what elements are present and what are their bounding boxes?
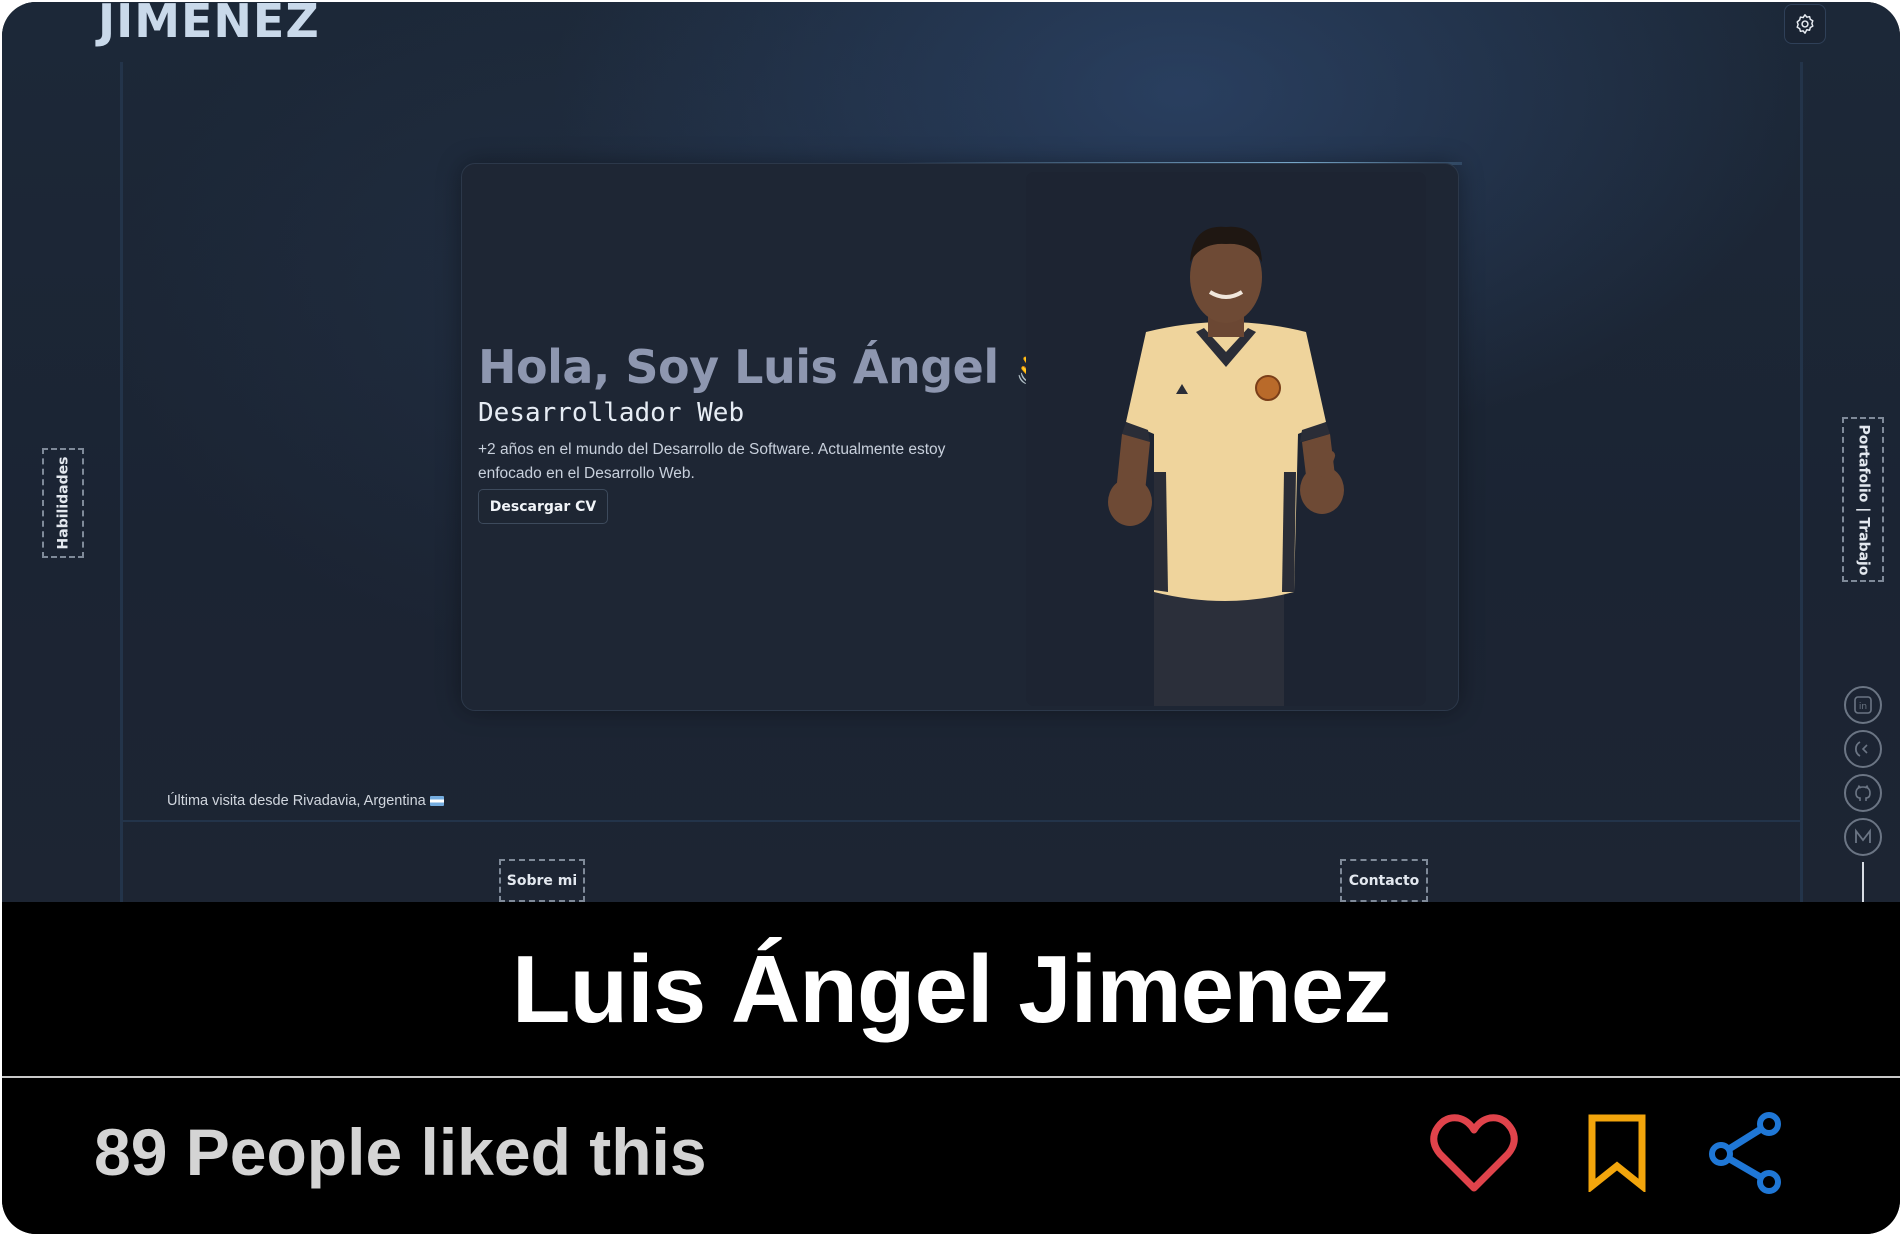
frame-line-bottom xyxy=(120,820,1802,822)
heart-icon xyxy=(1430,1114,1518,1192)
bookmark-button[interactable] xyxy=(1582,1108,1652,1198)
profile-photo xyxy=(1026,172,1426,706)
tab-sobre-mi-label: Sobre mi xyxy=(506,872,578,889)
medium-link[interactable] xyxy=(1844,818,1882,856)
linkedin-link[interactable]: in xyxy=(1844,686,1882,724)
dev-link[interactable] xyxy=(1844,730,1882,768)
tab-contacto-label: Contacto xyxy=(1348,872,1420,889)
last-visit-text: Última visita desde Rivadavia, Argentina xyxy=(167,793,426,809)
project-title: Luis Ángel Jimenez xyxy=(511,935,1391,1043)
settings-button[interactable] xyxy=(1784,4,1826,44)
tab-contacto[interactable]: Contacto xyxy=(1340,859,1428,902)
social-divider xyxy=(1862,862,1864,902)
last-visit: Última visita desde Rivadavia, Argentina xyxy=(167,793,444,809)
dev-icon xyxy=(1854,741,1868,757)
github-icon xyxy=(1855,784,1871,801)
frame-line-right xyxy=(1800,62,1803,902)
argentina-flag-icon xyxy=(429,796,444,806)
tab-portafolio-label: Portafolio | Trabajo xyxy=(1855,424,1871,575)
share-button[interactable] xyxy=(1704,1108,1786,1198)
greeting-text: Hola, Soy Luis Ángel xyxy=(478,340,999,394)
svg-text:in: in xyxy=(1859,702,1867,712)
medium-icon xyxy=(1855,828,1871,843)
card-footer: 89 People liked this xyxy=(2,1078,1900,1234)
website-preview[interactable]: JIMENEZ Hola, Soy Luis Ángel 👋 Desarroll… xyxy=(2,2,1900,902)
frame-line-left xyxy=(120,62,123,902)
share-icon xyxy=(1709,1112,1781,1194)
hero-role: Desarrollador Web xyxy=(478,398,745,428)
tab-habilidades-label: Habilidades xyxy=(55,456,71,550)
hero-description: +2 años en el mundo del Desarrollo de So… xyxy=(478,441,946,482)
tab-portafolio[interactable]: Portafolio | Trabajo xyxy=(1842,417,1884,582)
hero-greeting: Hola, Soy Luis Ángel 👋 xyxy=(478,340,1066,394)
tab-habilidades[interactable]: Habilidades xyxy=(42,448,84,558)
like-button[interactable] xyxy=(1428,1108,1520,1198)
bookmark-icon xyxy=(1588,1114,1646,1192)
linkedin-icon: in xyxy=(1854,696,1872,714)
gear-icon xyxy=(1796,14,1814,34)
site-brand[interactable]: JIMENEZ xyxy=(98,2,320,48)
caption-band: Luis Ángel Jimenez xyxy=(2,902,1900,1077)
download-cv-button[interactable]: Descargar CV xyxy=(478,489,608,524)
project-card: JIMENEZ Hola, Soy Luis Ángel 👋 Desarroll… xyxy=(2,2,1900,1234)
tab-sobre-mi[interactable]: Sobre mi xyxy=(499,859,585,902)
github-link[interactable] xyxy=(1844,774,1882,812)
likes-count: 89 People liked this xyxy=(94,1115,707,1189)
person-illustration xyxy=(1108,226,1344,706)
